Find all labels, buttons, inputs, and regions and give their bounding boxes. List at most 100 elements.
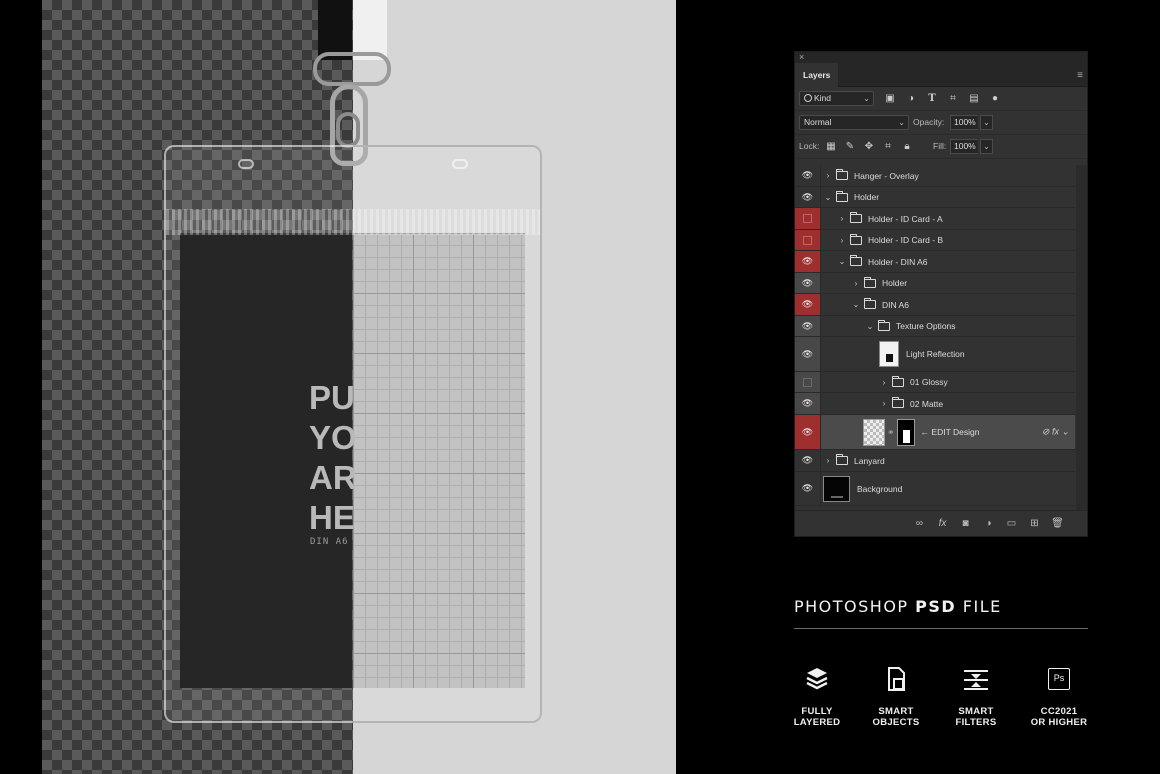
eye-icon: 👁︎	[801, 299, 814, 309]
smart-object-filter-icon[interactable]: ▤	[967, 91, 981, 105]
visibility-toggle[interactable]: 👁︎	[795, 187, 821, 207]
layer-row[interactable]: 👁︎ › Holder	[795, 273, 1075, 294]
lock-transparent-icon[interactable]: ▦	[825, 140, 837, 153]
fx-icon[interactable]: fx	[936, 517, 949, 530]
link-layers-icon[interactable]: ∞	[913, 517, 926, 530]
layer-row[interactable]: › Holder - ID Card - B	[795, 230, 1075, 251]
layer-effects-icon[interactable]: ⊘ fx ⌄	[1042, 427, 1069, 438]
eye-icon: 👁︎	[801, 170, 814, 180]
visibility-toggle[interactable]: 👁︎	[795, 273, 821, 293]
eye-icon: 👁︎	[801, 483, 814, 493]
layer-row[interactable]: › Holder - ID Card - A	[795, 208, 1075, 230]
layer-mask-thumbnail[interactable]	[896, 418, 915, 446]
adjustment-filter-icon[interactable]: ◑	[904, 91, 918, 105]
panel-menu-icon[interactable]: ≡	[1077, 70, 1083, 81]
layer-row[interactable]: 👁︎ › Hanger - Overlay	[795, 165, 1075, 187]
chevron-right-icon[interactable]: ›	[823, 171, 833, 180]
shape-filter-icon[interactable]: ⌗	[946, 91, 960, 105]
chevron-right-icon[interactable]: ›	[879, 399, 889, 408]
promo-headline: PHOTOSHOP PSD FILE	[794, 597, 1088, 616]
visibility-toggle[interactable]	[795, 208, 821, 229]
lock-image-icon[interactable]: ✎	[844, 140, 856, 153]
feature-label: CC2021 OR HIGHER	[1018, 706, 1100, 728]
chevron-down-icon: ⌄	[863, 94, 870, 103]
chevron-down-icon[interactable]: ⌄	[823, 193, 833, 202]
filter-kind-dropdown[interactable]: Kind ⌄	[799, 91, 874, 106]
feature-line: FILTERS	[955, 717, 997, 728]
visibility-toggle[interactable]: 👁︎	[795, 251, 821, 272]
layer-name: Holder - ID Card - A	[868, 213, 943, 224]
layer-name: Hanger - Overlay	[854, 170, 919, 181]
chevron-down-icon[interactable]: ⌄	[865, 322, 875, 331]
layer-thumbnail	[879, 341, 899, 367]
layer-list-scrollbar[interactable]	[1076, 165, 1087, 510]
opacity-input[interactable]: 100%	[950, 115, 978, 130]
lock-position-icon[interactable]: ✥	[863, 140, 875, 153]
opacity-dropdown-icon[interactable]: ⌄	[980, 115, 993, 130]
layer-row[interactable]: 👁︎ Light Reflection	[795, 337, 1075, 372]
chevron-right-icon[interactable]: ›	[837, 214, 847, 223]
folder-icon	[864, 298, 876, 309]
visibility-toggle[interactable]: 👁︎	[795, 415, 821, 449]
holder-hole-left	[238, 159, 254, 169]
visibility-toggle[interactable]: 👁︎	[795, 337, 821, 371]
close-icon[interactable]: ×	[799, 52, 804, 63]
image-filter-icon[interactable]: ▣	[883, 91, 897, 105]
tab-layers[interactable]: Layers	[795, 63, 839, 87]
panel-tab-bar: Layers ≡	[795, 63, 1087, 87]
layer-row[interactable]: 👁︎ › Lanyard	[795, 450, 1075, 472]
badge-holder-outline	[353, 145, 542, 723]
add-mask-icon[interactable]: ◙	[959, 517, 972, 530]
eye-icon: 👁︎	[801, 320, 814, 331]
layer-name: DIN A6	[882, 299, 909, 310]
new-group-icon[interactable]: ▭	[1005, 517, 1018, 530]
chevron-down-icon[interactable]: ⌄	[837, 257, 847, 266]
eye-icon: 👁︎	[801, 426, 814, 437]
layer-name: ← EDIT Design	[920, 427, 980, 437]
feature-line: CC2021	[1040, 706, 1078, 717]
visibility-toggle[interactable]	[795, 372, 821, 392]
visibility-toggle[interactable]: 👁︎	[795, 393, 821, 414]
fill-dropdown-icon[interactable]: ⌄	[980, 139, 993, 154]
layer-row[interactable]: 👁︎ ⌄ Holder - DIN A6	[795, 251, 1075, 273]
folder-icon	[836, 190, 848, 202]
search-icon	[804, 94, 812, 102]
headline-bold: PSD	[915, 597, 957, 616]
link-icon[interactable]: ⚭	[887, 427, 895, 438]
layer-row[interactable]: 👁︎ ⌄ Texture Options	[795, 316, 1075, 337]
layer-row[interactable]: 👁︎ ⌄ DIN A6	[795, 294, 1075, 316]
visibility-toggle[interactable]: 👁︎	[795, 294, 821, 315]
layer-row[interactable]: 👁︎ › 02 Matte	[795, 393, 1075, 415]
filter-row: Kind ⌄ ▣ ◑ T ⌗ ▤ ●	[795, 87, 1087, 111]
visibility-toggle[interactable]	[795, 230, 821, 250]
eye-icon: 👁︎	[801, 398, 814, 408]
visibility-toggle[interactable]: 👁︎	[795, 450, 821, 471]
visibility-toggle[interactable]: 👁︎	[795, 472, 821, 505]
blend-mode-dropdown[interactable]: Normal ⌄	[799, 115, 909, 130]
chevron-right-icon[interactable]: ›	[837, 236, 847, 245]
filter-kind-label: Kind	[814, 93, 832, 103]
chevron-right-icon[interactable]: ›	[879, 378, 889, 387]
layer-row[interactable]: 👁︎ ⌄ Holder	[795, 187, 1075, 208]
chevron-right-icon[interactable]: ›	[823, 456, 833, 465]
new-layer-icon[interactable]: ⊞	[1028, 517, 1041, 530]
headline-part: PHOTOSHOP	[794, 597, 916, 616]
lock-all-icon[interactable]: 🔒︎	[901, 140, 913, 153]
feature-smart-objects: SMART OBJECTS	[855, 664, 937, 728]
layer-row[interactable]: › 01 Glossy	[795, 372, 1075, 393]
layer-row-selected[interactable]: 👁︎ ⚭ ← EDIT Design ⊘ fx ⌄	[795, 415, 1075, 450]
visibility-toggle[interactable]: 👁︎	[795, 316, 821, 336]
visibility-toggle[interactable]: 👁︎	[795, 165, 821, 186]
lock-artboard-icon[interactable]: ⌗	[882, 140, 894, 153]
chevron-right-icon[interactable]: ›	[851, 279, 861, 288]
type-filter-icon[interactable]: T	[925, 91, 939, 105]
card-text-line: PU	[309, 379, 355, 416]
feature-line: LAYERED	[793, 717, 841, 728]
trash-icon[interactable]: 🗑︎	[1051, 517, 1064, 530]
layer-row[interactable]: 👁︎ Background	[795, 472, 1075, 506]
chevron-down-icon[interactable]: ⌄	[851, 300, 861, 309]
hidden-box-icon	[803, 377, 812, 387]
adjustment-layer-icon[interactable]: ◑	[982, 517, 995, 530]
filter-toggle-icon[interactable]: ●	[988, 91, 1002, 105]
fill-input[interactable]: 100%	[950, 139, 978, 154]
